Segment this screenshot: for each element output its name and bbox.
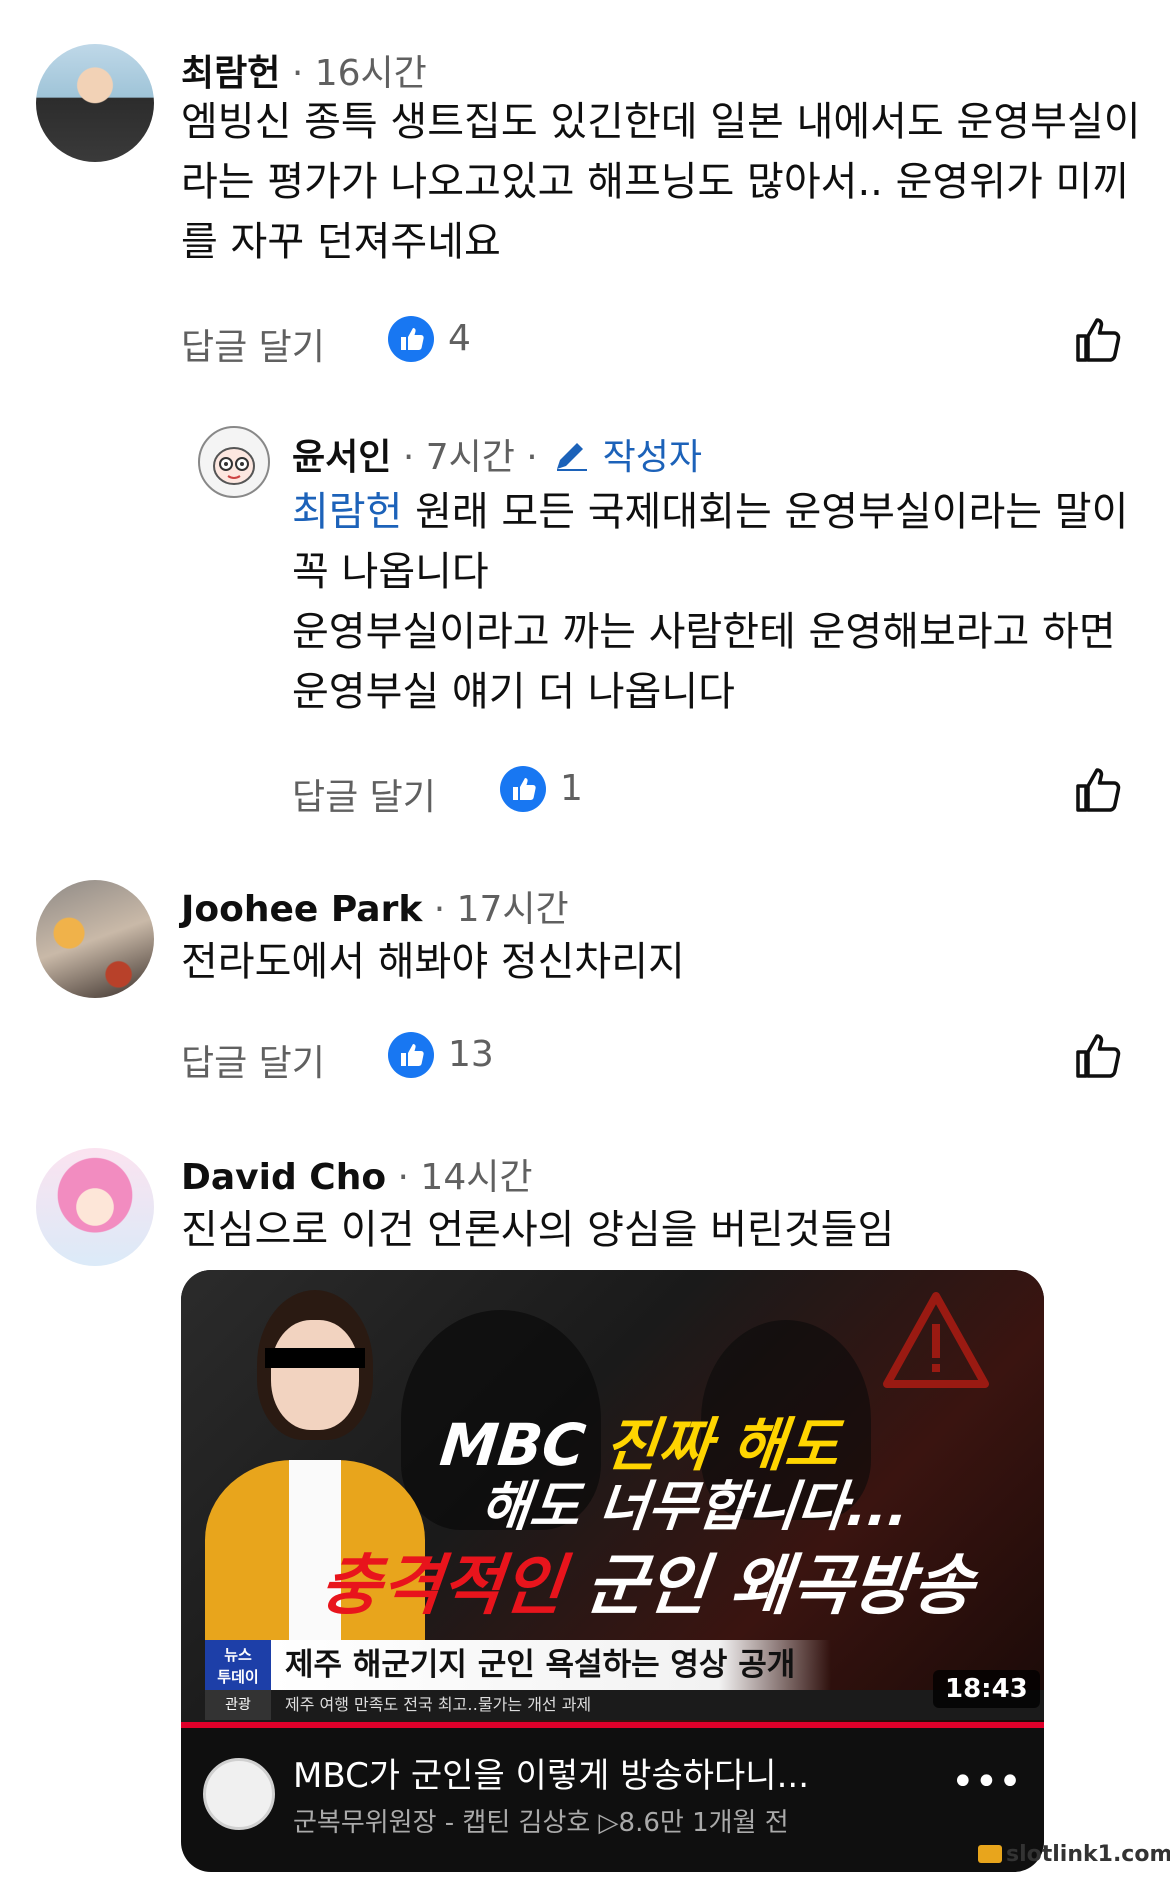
warning-icon (883, 1292, 989, 1388)
reply-button[interactable]: 답글 달기 (292, 768, 436, 820)
headline-line-2: 해도 너무합니다... (477, 1475, 912, 1538)
thumbs-up-icon[interactable] (1072, 314, 1124, 366)
video-thumbnail[interactable]: MBC 진짜 해도 해도 너무합니다... 충격적인 군인 왜곡방송 뉴스 투데이… (181, 1270, 1044, 1722)
pencil-icon (557, 443, 588, 471)
comment-text: 전라도에서 해봐야 정신차리지 (181, 939, 685, 985)
watermark-logo-icon (978, 1845, 1002, 1863)
like-count: 1 (560, 768, 583, 809)
comment-author[interactable]: 최람헌 (181, 53, 280, 94)
progress-bar (181, 1722, 1044, 1728)
news-ticker: 뉴스 투데이 관광 제주 해군기지 군인 욕설하는 영상 공개 제주 여행 만족도… (181, 1640, 1044, 1722)
channel-avatar[interactable] (203, 1758, 275, 1830)
comment-header: Joohee Park · 17시간 (181, 880, 569, 932)
creator-badge: 작성자 (602, 437, 703, 478)
video-duration: 18:43 (933, 1670, 1040, 1708)
mention-link[interactable]: 최람헌 (292, 489, 402, 535)
avatar[interactable] (198, 426, 270, 498)
avatar[interactable] (36, 1148, 154, 1266)
watermark: slotlink1.com (978, 1842, 1170, 1867)
like-reaction-icon (388, 316, 434, 362)
comment-time: · 7시간 · (402, 437, 538, 478)
headline-line-3: 충격적인 군인 왜곡방송 (316, 1532, 979, 1628)
comment-text-line-2: 운영부실이라고 까는 사람한테 운영해보라고 하면 운영부실 얘기 더 나옵니다 (292, 609, 1116, 715)
like-reaction-icon (388, 1032, 434, 1078)
comment-text-line-1: 원래 모든 국제대회는 운영부실이라는 말이 꼭 나옵니다 (292, 489, 1129, 595)
comment-header: 윤서인 · 7시간 · 작성자 (292, 428, 702, 480)
ticker-category: 관광 (205, 1690, 271, 1720)
like-reaction-icon (500, 766, 546, 812)
comment-header: 최람헌 · 16시간 (181, 44, 427, 96)
video-title[interactable]: MBC가 군인을 이렇게 방송하다니... (293, 1748, 809, 1797)
reply-button[interactable]: 답글 달기 (181, 318, 325, 370)
comment-header: David Cho · 14시간 (181, 1148, 532, 1200)
news-logo: 뉴스 투데이 (205, 1640, 271, 1690)
comment-author[interactable]: 윤서인 (292, 437, 391, 478)
avatar[interactable] (36, 880, 154, 998)
comment-text: 진심으로 이건 언론사의 양심을 버린것들임 (181, 1207, 895, 1253)
more-options-icon[interactable]: ••• (951, 1762, 1022, 1802)
thumbs-up-icon[interactable] (1072, 764, 1124, 816)
ticker-headline: 제주 해군기지 군인 욕설하는 영상 공개 (271, 1640, 831, 1690)
watermark-text: slotlink1.com (1006, 1842, 1170, 1867)
reply-button[interactable]: 답글 달기 (181, 1034, 325, 1086)
comment-author[interactable]: Joohee Park (181, 889, 422, 930)
thumbs-up-icon[interactable] (1072, 1030, 1124, 1082)
video-card[interactable]: MBC 진짜 해도 해도 너무합니다... 충격적인 군인 왜곡방송 뉴스 투데이… (181, 1270, 1044, 1872)
comment-text: 최람헌 원래 모든 국제대회는 운영부실이라는 말이 꼭 나옵니다 운영부실이라… (292, 482, 1142, 722)
video-meta: 군복무위원장 - 캡틴 김상호 ▷8.6만 1개월 전 (293, 1808, 789, 1838)
like-count: 4 (448, 318, 471, 359)
comment-time: · 16시간 (291, 53, 427, 94)
headline-white: 군인 왜곡방송 (582, 1547, 978, 1624)
headline-red: 충격적인 (316, 1547, 568, 1624)
like-count: 13 (448, 1034, 494, 1075)
cartoon-face-icon (213, 447, 255, 485)
ticker-subline: 제주 여행 만족도 전국 최고‥물가는 개선 과제 (271, 1690, 1044, 1720)
comment-author[interactable]: David Cho (181, 1157, 386, 1198)
avatar[interactable] (36, 44, 154, 162)
comment-time: · 17시간 (433, 889, 569, 930)
comment-time: · 14시간 (397, 1157, 533, 1198)
comment-text: 엠빙신 종특 생트집도 있긴한데 일본 내에서도 운영부실이라는 평가가 나오고… (181, 99, 1141, 265)
